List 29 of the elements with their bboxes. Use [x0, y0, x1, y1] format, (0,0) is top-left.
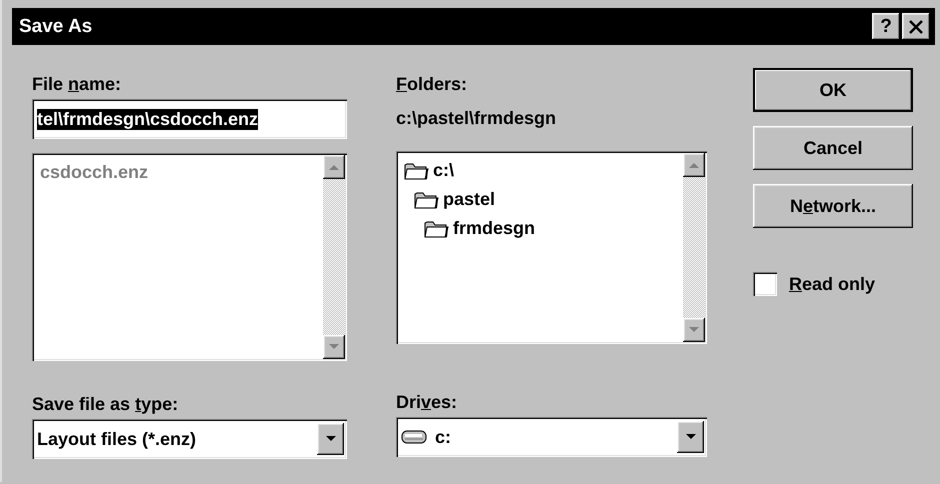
checkbox[interactable] [753, 272, 777, 296]
scrollbar[interactable] [683, 153, 705, 342]
field-label: Drives: [396, 392, 458, 412]
checkbox-label[interactable]: Read only [789, 274, 876, 294]
scroll-down-button[interactable] [683, 318, 705, 342]
input-field[interactable]: tel\frmdesgn\csdocch.enz [32, 99, 347, 139]
window-title: Save As [19, 16, 94, 38]
dropdown-button[interactable] [317, 423, 344, 455]
field-label: File name: [32, 74, 122, 94]
folder-item[interactable]: pastel [414, 188, 496, 211]
scroll-up-button[interactable] [683, 153, 705, 177]
scrollbar[interactable] [323, 155, 345, 359]
dialog-button[interactable]: Cancel [753, 126, 913, 170]
field-label: Save file as type: [32, 394, 178, 414]
folder-item[interactable]: c:\ [404, 159, 454, 182]
field-label: Folders: [396, 74, 468, 94]
drive-icon [401, 428, 427, 446]
folder-item[interactable]: frmdesgn [424, 217, 536, 240]
close-icon [907, 18, 925, 36]
dropdown-field[interactable]: Layout files (*.enz) [32, 419, 347, 459]
folder-path: c:\pastel\frmdesgn [396, 108, 556, 128]
help-button[interactable]: ? [872, 13, 900, 40]
close-button[interactable] [902, 13, 930, 40]
scroll-down-button[interactable] [323, 335, 345, 359]
scroll-up-button[interactable] [323, 155, 345, 179]
dropdown-field[interactable]: c: [396, 417, 707, 457]
dropdown-button[interactable] [677, 421, 704, 453]
dialog-button[interactable]: Network... [753, 184, 913, 228]
dialog-button[interactable]: OK [753, 68, 913, 112]
